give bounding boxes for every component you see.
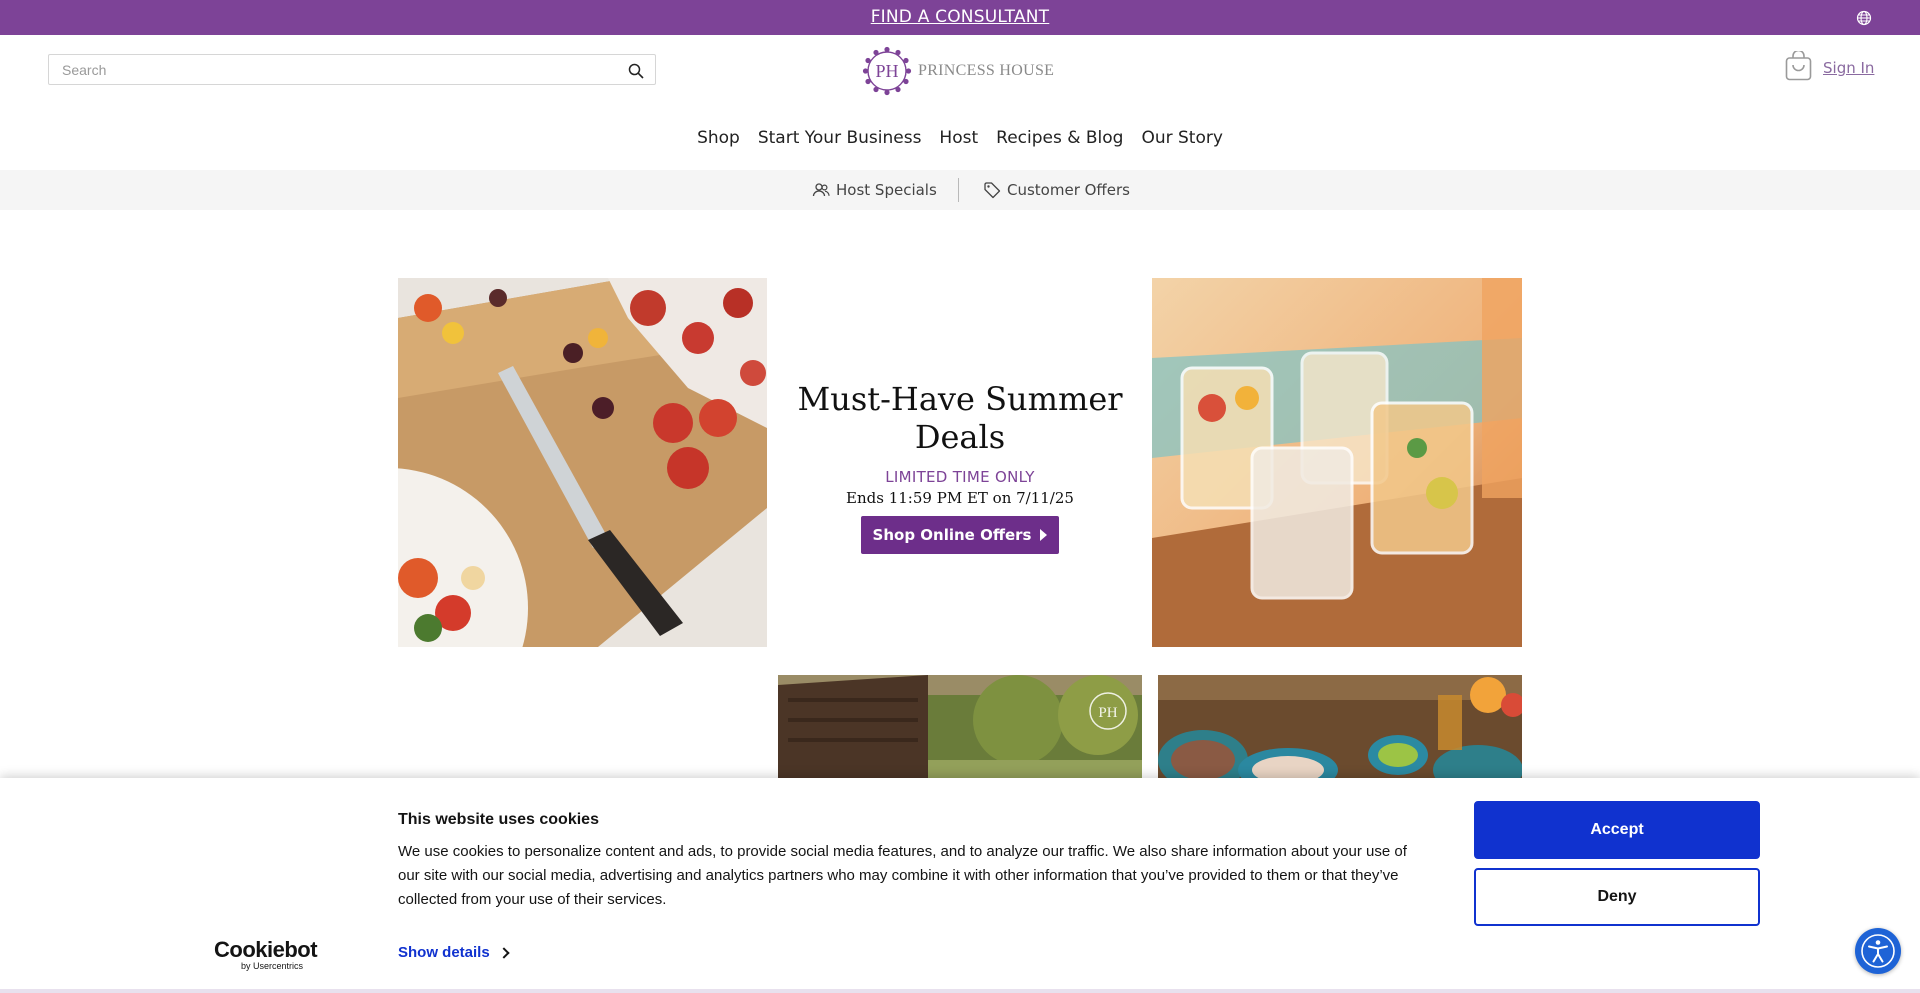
main-navigation: Shop Start Your Business Host Recipes & … (0, 128, 1920, 148)
deny-cookies-button[interactable]: Deny (1474, 868, 1760, 926)
globe-icon[interactable] (1856, 10, 1872, 26)
cookiebot-brand: Cookiebot (214, 937, 318, 962)
host-specials-label: Host Specials (836, 181, 937, 199)
logo-text: PRINCESS HOUSE (918, 62, 1055, 79)
glasses-with-drinks-image[interactable] (1152, 278, 1522, 647)
tag-icon (984, 182, 1001, 199)
knife-on-cutting-board-image[interactable] (398, 278, 767, 647)
cookie-title: This website uses cookies (398, 811, 599, 828)
show-details-link[interactable]: Show details (398, 944, 510, 961)
sign-in-link[interactable]: Sign In (1823, 59, 1874, 77)
nav-item-our-story[interactable]: Our Story (1141, 128, 1222, 148)
nav-item-start-your-business[interactable]: Start Your Business (758, 128, 922, 148)
patio-image[interactable]: PH (778, 675, 1142, 778)
site-header: Search PH PRINCESS HOUSE Sign In Shop St… (0, 35, 1920, 170)
table-with-dishes-image[interactable] (1158, 675, 1522, 778)
logo-seal-icon: PH (862, 46, 912, 96)
top-announcement-bar: FIND A CONSULTANT (0, 0, 1920, 35)
promo-end-date: Ends 11:59 PM ET on 7/11/25 (846, 489, 1074, 507)
sub-navigation: Host Specials Customer Offers (0, 170, 1920, 210)
host-specials-link[interactable]: Host Specials (812, 181, 937, 199)
accept-cookies-button[interactable]: Accept (1474, 801, 1760, 859)
nav-item-recipes-blog[interactable]: Recipes & Blog (996, 128, 1123, 148)
patio-watermark: PH (1098, 705, 1117, 721)
search-icon[interactable] (628, 63, 644, 79)
caret-right-icon (1040, 529, 1048, 541)
promo-limited-label: LIMITED TIME ONLY (885, 468, 1035, 486)
page-bottom-edge (0, 989, 1920, 993)
shop-online-offers-button[interactable]: Shop Online Offers (860, 516, 1060, 554)
customer-offers-link[interactable]: Customer Offers (983, 181, 1130, 199)
logo-monogram: PH (875, 61, 898, 81)
customer-offers-label: Customer Offers (1007, 181, 1130, 199)
accessibility-button[interactable] (1855, 928, 1901, 974)
summer-deals-promo: Must-Have Summer Deals LIMITED TIME ONLY… (780, 380, 1140, 554)
search-box[interactable]: Search (48, 54, 656, 85)
cart-icon[interactable] (1785, 51, 1812, 81)
cookiebot-logo[interactable]: Cookiebot by Usercentrics (214, 937, 318, 972)
cookie-consent-banner: This website uses cookies We use cookies… (0, 778, 1920, 993)
find-consultant-link[interactable]: FIND A CONSULTANT (0, 7, 1920, 27)
nav-item-shop[interactable]: Shop (697, 128, 740, 148)
subnav-divider (958, 178, 959, 202)
show-details-label: Show details (398, 944, 490, 961)
users-icon (812, 183, 830, 197)
princess-house-logo[interactable]: PH PRINCESS HOUSE (861, 43, 1054, 99)
cookiebot-by-usercentrics: by Usercentrics (241, 961, 304, 971)
accessibility-icon (1861, 934, 1895, 968)
cookie-text: We use cookies to personalize content an… (398, 843, 1407, 908)
chevron-right-icon (498, 946, 510, 959)
promo-title: Must-Have Summer Deals (797, 380, 1123, 456)
shop-online-offers-label: Shop Online Offers (872, 526, 1032, 544)
nav-item-host[interactable]: Host (939, 128, 978, 148)
search-input[interactable]: Search (62, 62, 106, 78)
